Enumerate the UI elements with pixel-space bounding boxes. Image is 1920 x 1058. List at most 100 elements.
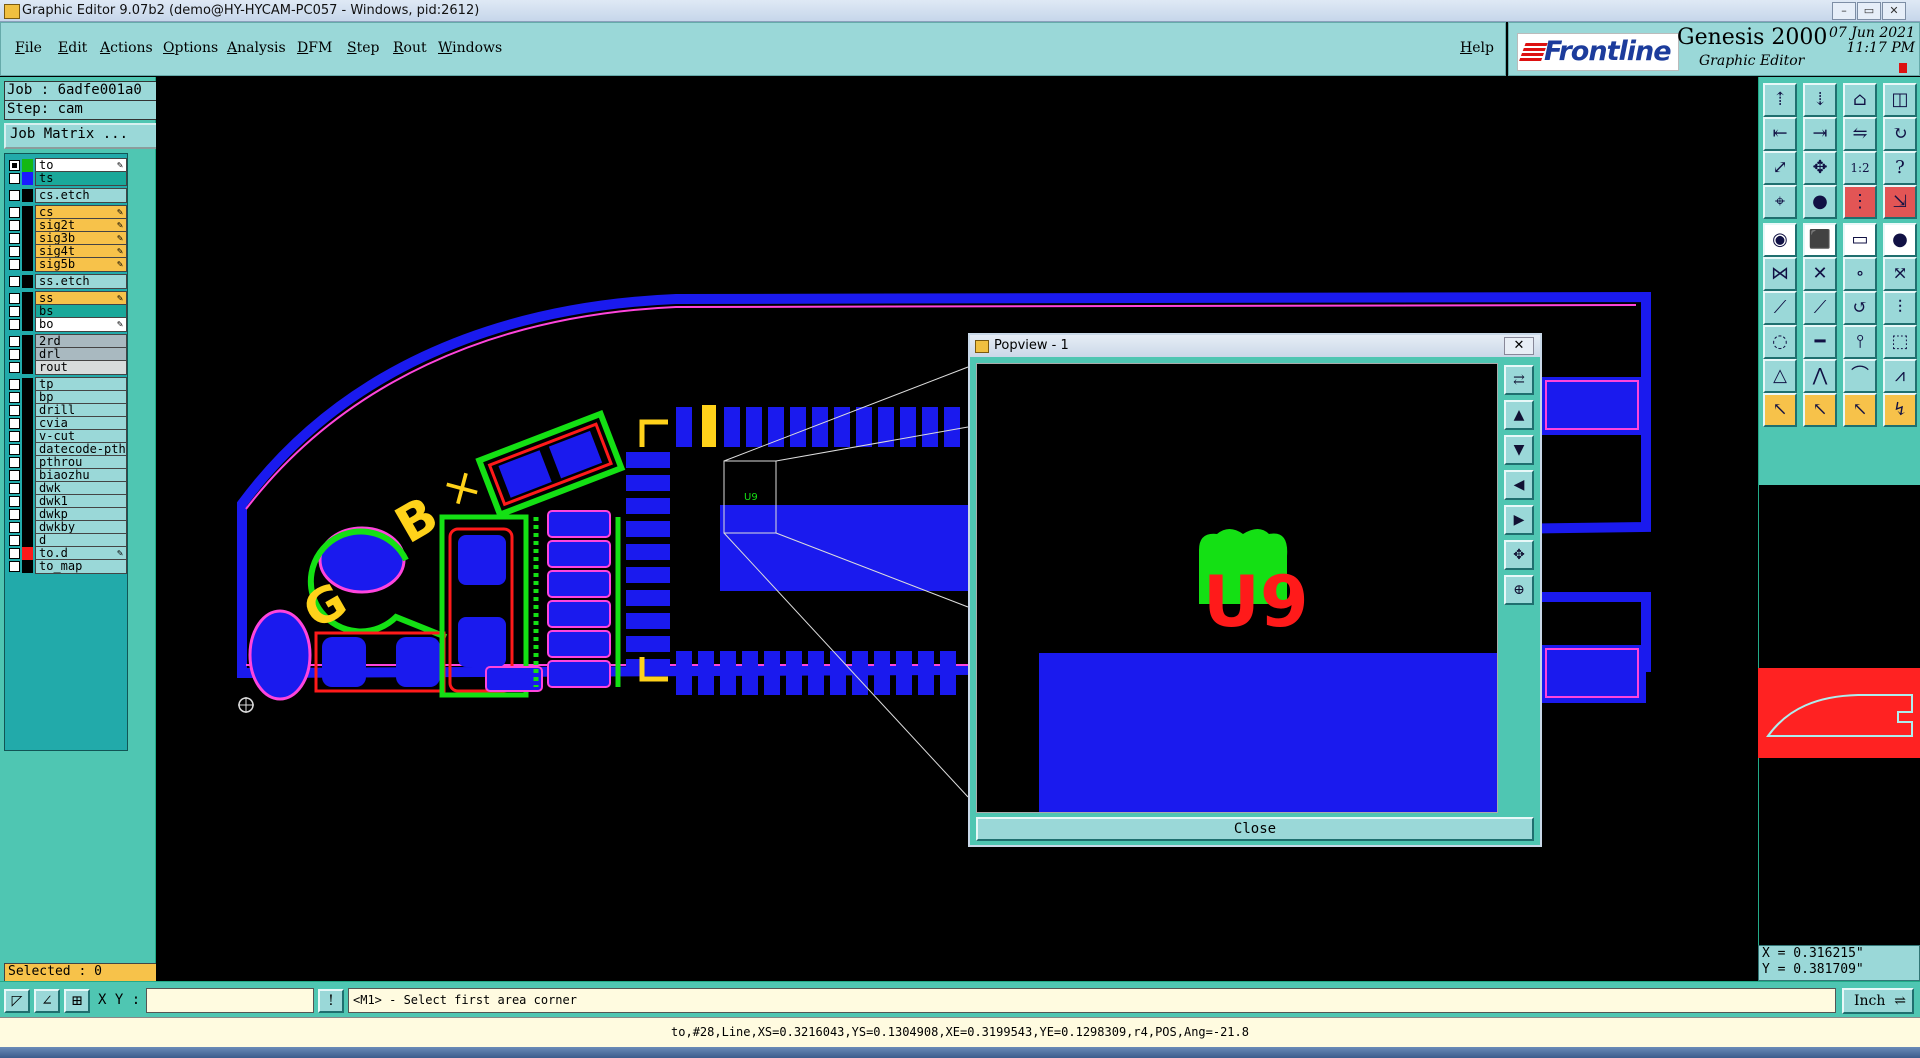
layer-checkbox[interactable] [9,276,20,287]
menu-file[interactable]: File [15,40,42,56]
layer-color-swatch[interactable] [22,318,33,331]
toolbar-button-measure[interactable]: ● [1803,185,1837,219]
menu-actions[interactable]: Actions [100,40,153,56]
layer-checkbox[interactable] [9,207,20,218]
popview-zoom-out-button[interactable]: ✥ [1504,540,1534,570]
layer-row[interactable]: sig5b ✎ [9,257,127,272]
layer-checkbox[interactable] [9,349,20,360]
popview-swap-button[interactable]: ⇄ [1504,365,1534,395]
layer-row[interactable]: bo ✎ [9,317,127,332]
layer-color-swatch[interactable] [22,361,33,374]
layer-checkbox[interactable] [9,431,20,442]
alert-button[interactable]: ! [318,989,344,1013]
popview-close-button[interactable]: Close [976,817,1534,841]
job-matrix-button[interactable]: Job Matrix ... [4,123,160,149]
layer-checkbox[interactable] [9,293,20,304]
toolbar-button-arc[interactable]: ↺ [1843,291,1877,325]
angle-mode-button[interactable]: ∠ [34,989,60,1013]
toolbar-button-drop[interactable]: ◌ [1763,325,1797,359]
close-window-button[interactable]: ✕ [1882,2,1906,20]
layer-checkbox[interactable] [9,548,20,559]
toolbar-button-connect[interactable]: ⋈ [1763,257,1797,291]
toolbar-button-help[interactable]: ? [1883,151,1917,185]
layer-color-swatch[interactable] [22,560,33,573]
popview-down-button[interactable]: ▼ [1504,435,1534,465]
toolbar-button-cross[interactable]: ✕ [1803,257,1837,291]
layer-checkbox[interactable] [9,483,20,494]
layer-row[interactable]: ts [9,171,127,186]
layer-checkbox[interactable] [9,319,20,330]
layer-name[interactable]: ss.etch [35,274,127,289]
layer-checkbox[interactable] [9,535,20,546]
layer-checkbox[interactable] [9,336,20,347]
layer-checkbox[interactable] [9,509,20,520]
layer-name[interactable]: cs.etch [35,188,127,203]
layer-checkbox[interactable] [9,259,20,270]
toolbar-button-layer-up[interactable]: ⇡ [1763,83,1797,117]
layer-checkbox[interactable] [9,379,20,390]
layer-checkbox[interactable] [9,190,20,201]
toolbar-button-ruler[interactable]: ▭ [1843,223,1877,257]
toolbar-button-pan-right[interactable]: ⇥ [1803,117,1837,151]
layer-checkbox[interactable] [9,522,20,533]
grid-mode-button[interactable]: ⊞ [64,989,90,1013]
layer-name[interactable]: to_map [35,559,127,574]
toolbar-button-node[interactable]: ∘ [1843,257,1877,291]
toolbar-button-zoom-area[interactable]: ✥ [1803,151,1837,185]
layer-checkbox[interactable] [9,470,20,481]
popview-zoom-in-button[interactable]: ⊕ [1504,575,1534,605]
layer-checkbox[interactable] [9,173,20,184]
toolbar-button-split[interactable]: ⤧ [1883,257,1917,291]
maximize-button[interactable]: ▭ [1857,2,1881,20]
popview-right-button[interactable]: ▶ [1504,505,1534,535]
toolbar-button-peak[interactable]: ⩘ [1883,359,1917,393]
toolbar-button-pan-left[interactable]: ⇤ [1763,117,1797,151]
layer-color-swatch[interactable] [22,172,33,185]
toolbar-button-select[interactable]: ↖ [1803,393,1837,427]
toolbar-button-snap[interactable]: ⌖ [1763,185,1797,219]
toolbar-button-zoom-fit[interactable]: ⤢ [1763,151,1797,185]
toolbar-button-ratio[interactable]: 1:2 [1843,151,1877,185]
menu-help[interactable]: Help [1460,40,1494,56]
toolbar-button-pad[interactable]: ◉ [1763,223,1797,257]
toolbar-button-home[interactable]: ⌂ [1843,83,1877,117]
layer-checkbox[interactable] [9,220,20,231]
popview-left-button[interactable]: ◀ [1504,470,1534,500]
toolbar-button-layer-down[interactable]: ⇣ [1803,83,1837,117]
layer-row[interactable]: to_map [9,559,127,574]
board-mini-preview[interactable] [1758,668,1920,758]
toolbar-button-swap[interactable]: ⇋ [1843,117,1877,151]
layer-name[interactable]: ts [35,171,127,186]
layer-checkbox[interactable] [9,418,20,429]
toolbar-button-redraw[interactable]: ↻ [1883,117,1917,151]
layer-checkbox[interactable] [9,496,20,507]
layer-name[interactable]: rout [35,360,127,375]
menu-edit[interactable]: Edit [58,40,87,56]
layer-checkbox[interactable] [9,160,20,171]
toolbar-button-group[interactable]: ⬚ [1883,325,1917,359]
popview-up-button[interactable]: ▲ [1504,400,1534,430]
layer-row[interactable]: rout [9,360,127,375]
layer-color-swatch[interactable] [22,275,33,288]
layer-checkbox[interactable] [9,457,20,468]
toolbar-button-minus[interactable]: ━ [1803,325,1837,359]
popview-canvas[interactable]: U9 [976,363,1498,813]
toolbar-button-polygon[interactable]: ⋀ [1803,359,1837,393]
minimize-button[interactable]: – [1832,2,1856,20]
layer-row[interactable]: ss.etch [9,274,127,289]
menu-dfm[interactable]: DFM [297,40,332,56]
toolbar-button-circle[interactable]: ● [1883,223,1917,257]
layer-color-swatch[interactable] [22,258,33,271]
toolbar-button-route[interactable]: ↯ [1883,393,1917,427]
layer-checkbox[interactable] [9,233,20,244]
xy-input[interactable] [146,988,314,1013]
toolbar-button-arch[interactable]: ⌒ [1843,359,1877,393]
layer-checkbox[interactable] [9,246,20,257]
popview-close-x-button[interactable]: ✕ [1504,337,1534,355]
menu-windows[interactable]: Windows [438,40,502,56]
toolbar-button-line[interactable]: ⬛ [1803,223,1837,257]
toolbar-button-window[interactable]: ◫ [1883,83,1917,117]
layer-color-swatch[interactable] [22,189,33,202]
toolbar-button-slope[interactable]: ⟋ [1763,291,1797,325]
toolbar-button-pointer[interactable]: ↖ [1763,393,1797,427]
